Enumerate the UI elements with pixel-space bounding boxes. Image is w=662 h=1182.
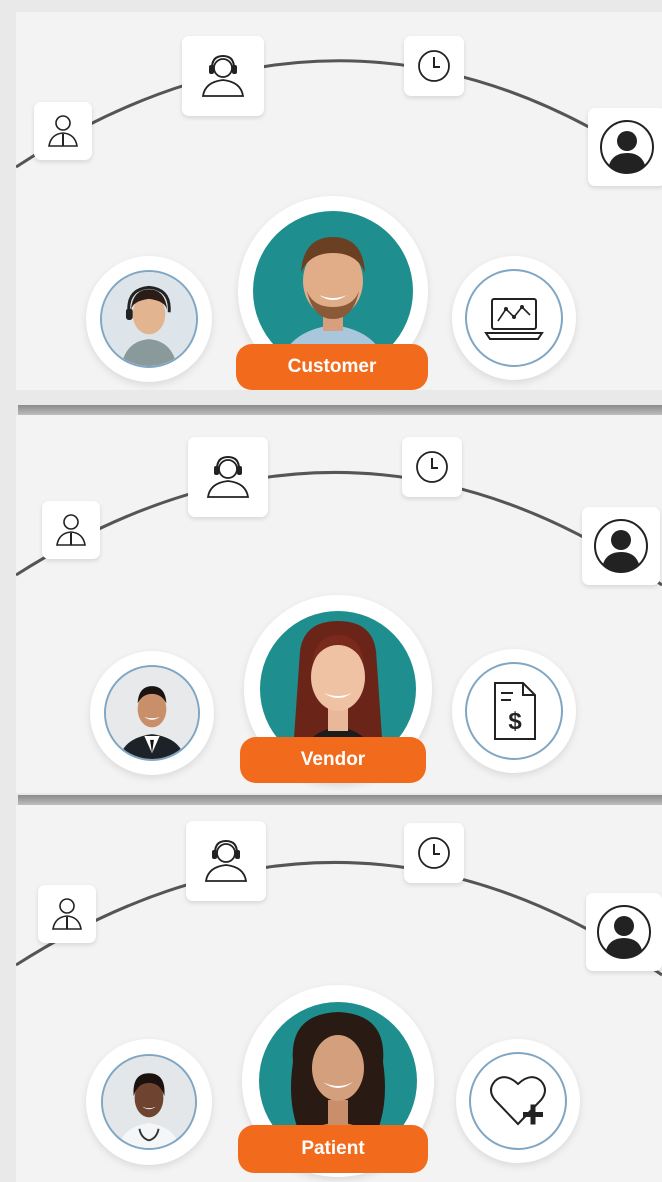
- svg-text:$: $: [508, 708, 522, 735]
- clock-icon: [402, 437, 462, 497]
- headset-agent-icon: [188, 437, 268, 517]
- left-photo-circle: [86, 256, 212, 382]
- customer-panel: Customer: [16, 12, 662, 390]
- left-photo-circle: [86, 1039, 212, 1165]
- person-outline-icon: [42, 501, 100, 559]
- patient-panel: Patient: [16, 805, 662, 1182]
- person-outline-icon: [38, 885, 96, 943]
- vendor-panel: $ Vendor: [16, 415, 662, 793]
- clock-icon: [404, 36, 464, 96]
- headset-agent-icon: [182, 36, 264, 116]
- person-outline-icon: [34, 102, 92, 160]
- left-photo-circle: [90, 651, 214, 775]
- panel-divider: [18, 795, 662, 805]
- invoice-dollar-icon: $: [465, 662, 563, 760]
- right-icon-circle: $: [452, 649, 576, 773]
- person-silhouette-icon: [586, 893, 662, 971]
- laptop-chart-icon: [465, 269, 563, 367]
- businessman-photo: [104, 665, 200, 761]
- vendor-label-pill[interactable]: Vendor: [240, 737, 426, 783]
- doctor-photo: [101, 1054, 197, 1150]
- clock-icon: [404, 823, 464, 883]
- panel-divider: [18, 405, 662, 415]
- agent-headset-photo: [100, 270, 198, 368]
- right-icon-circle: [452, 256, 576, 380]
- person-silhouette-icon: [588, 108, 662, 186]
- patient-label-pill[interactable]: Patient: [238, 1125, 428, 1173]
- person-silhouette-icon: [582, 507, 660, 585]
- customer-label-pill[interactable]: Customer: [236, 344, 428, 390]
- headset-agent-icon: [186, 821, 266, 901]
- right-icon-circle: [456, 1039, 580, 1163]
- heart-plus-icon: [469, 1052, 567, 1150]
